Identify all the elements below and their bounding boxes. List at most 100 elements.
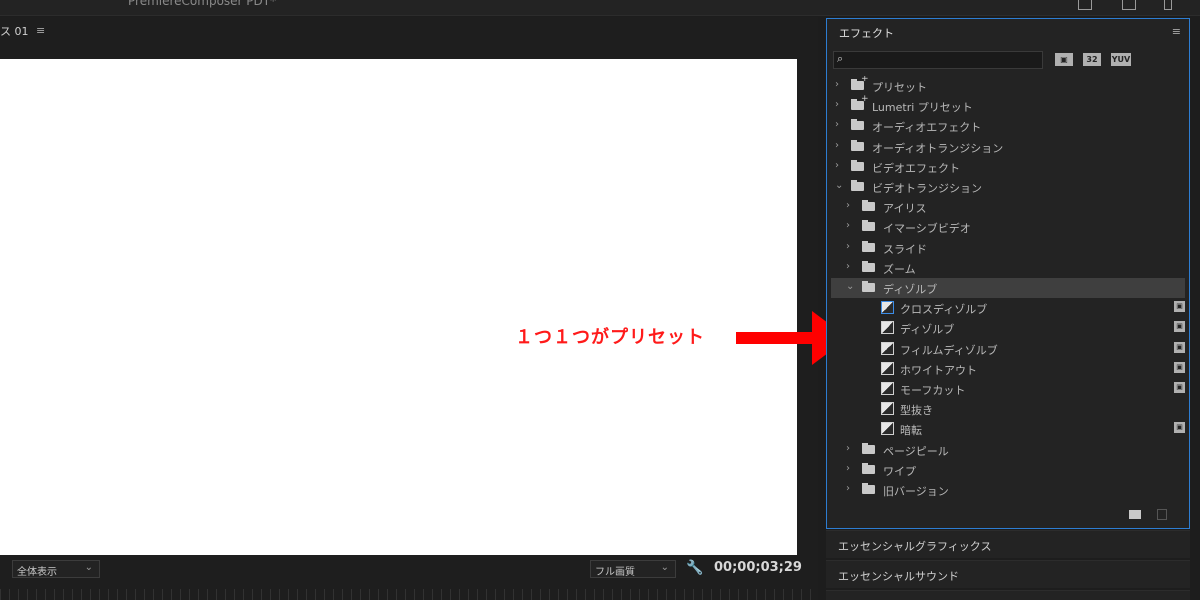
preset-folder-icon: [851, 76, 869, 90]
tree-folder[interactable]: › ページピール: [831, 440, 1185, 460]
window-icon[interactable]: [1122, 0, 1136, 10]
trash-icon[interactable]: [1157, 509, 1167, 520]
accelerated-icon: ▣: [1174, 422, 1185, 434]
tree-item-label: ディゾルブ: [883, 283, 938, 296]
chevron-down-icon[interactable]: ⌄: [846, 281, 854, 292]
tree-folder[interactable]: › オーディオトランジション: [831, 137, 1185, 157]
yuv-effects-button[interactable]: YUV: [1111, 53, 1131, 66]
chevron-right-icon[interactable]: ›: [835, 99, 839, 110]
fullscreen-icon[interactable]: [1164, 0, 1172, 10]
folder-icon: [862, 462, 875, 474]
accelerated-icon: ▣: [1174, 382, 1185, 393]
tree-folder[interactable]: › ビデオエフェクト: [831, 157, 1185, 177]
tree-item-label: イマーシブビデオ: [883, 222, 971, 236]
chevron-right-icon[interactable]: ›: [835, 140, 839, 151]
chevron-right-icon[interactable]: ›: [835, 160, 839, 171]
tree-item-label: フィルムディゾルブ: [900, 343, 998, 357]
tree-item-label: ズーム: [883, 262, 916, 276]
tree-item-label: ホワイトアウト: [900, 363, 977, 377]
transition-icon: [881, 301, 894, 315]
chevron-right-icon[interactable]: ›: [846, 200, 850, 211]
timecode[interactable]: 00;00;03;29: [714, 560, 802, 575]
tree-item-label: Lumetri プリセット: [872, 101, 973, 115]
chevron-right-icon[interactable]: ›: [846, 220, 850, 231]
chevron-right-icon[interactable]: ›: [835, 119, 839, 130]
tree-folder[interactable]: › アイリス: [831, 197, 1185, 217]
zoom-fit-value: 全体表示: [17, 567, 57, 578]
annotation-text: １つ１つがプリセット: [515, 327, 705, 348]
panel-title: エッセンシャルグラフィックス: [838, 540, 992, 553]
32bit-effects-button[interactable]: 32: [1083, 53, 1101, 66]
effect-item[interactable]: クロスディゾルブ ▣: [831, 298, 1185, 318]
new-folder-icon[interactable]: [1129, 510, 1141, 519]
folder-icon: [862, 442, 875, 454]
transition-icon: [881, 382, 894, 395]
tree-folder[interactable]: › オーディオエフェクト: [831, 116, 1185, 136]
tree-item-label: モーフカット: [900, 384, 966, 397]
tree-folder[interactable]: › ワイプ: [831, 460, 1185, 480]
tree-item-label: プリセット: [872, 81, 927, 94]
chevron-right-icon[interactable]: ›: [846, 483, 850, 494]
tree-folder[interactable]: › プリセット: [831, 76, 1185, 96]
chevron-down-icon: ⌄: [660, 562, 669, 573]
tree-folder[interactable]: › 旧バージョン: [831, 480, 1185, 500]
transition-icon: [881, 361, 894, 375]
accelerated-icon: ▣: [1174, 301, 1185, 313]
folder-icon: [862, 240, 875, 252]
tree-item-label: ビデオエフェクト: [872, 161, 960, 175]
folder-icon: [851, 180, 864, 191]
chevron-right-icon[interactable]: ›: [846, 241, 850, 252]
panel-menu-icon[interactable]: ≡: [36, 24, 45, 37]
tree-item-label: 旧バージョン: [883, 485, 949, 498]
essential-sound-panel[interactable]: エッセンシャルサウンド: [826, 560, 1190, 588]
video-viewer[interactable]: [0, 59, 797, 555]
panel-menu-icon[interactable]: ≡: [1172, 25, 1181, 38]
preset-folder-icon: [851, 94, 869, 111]
quality-value: フル画質: [595, 567, 635, 578]
effect-item[interactable]: 暗転 ▣: [831, 419, 1185, 439]
effect-item[interactable]: ディゾルブ ▣: [831, 318, 1185, 338]
tree-item-label: アイリス: [883, 202, 927, 216]
effects-search-input[interactable]: ⌕: [833, 51, 1043, 69]
effects-panel: エフェクト ≡ ⌕ ▣ 32 YUV ›プリセット›Lumetri プリセット›…: [826, 18, 1190, 529]
folder-icon: [851, 159, 864, 171]
effect-item[interactable]: ホワイトアウト ▣: [831, 359, 1185, 379]
tree-item-label: 暗転: [900, 424, 922, 438]
transition-icon: [881, 402, 894, 416]
essential-graphics-panel[interactable]: エッセンシャルグラフィックス: [826, 530, 1190, 558]
tree-item-label: クロスディゾルブ: [900, 303, 988, 317]
next-panel-strip: [826, 590, 1190, 600]
tree-folder[interactable]: › Lumetri プリセット: [831, 94, 1185, 116]
chevron-right-icon[interactable]: ›: [835, 79, 839, 90]
folder-icon: [862, 220, 875, 232]
tree-item-label: ページピール: [883, 444, 949, 458]
workspace-icon[interactable]: [1078, 0, 1092, 10]
zoom-fit-dropdown[interactable]: 全体表示 ⌄: [12, 560, 100, 578]
folder-icon: [851, 119, 864, 131]
effect-item[interactable]: 型抜き: [831, 399, 1185, 419]
wrench-icon[interactable]: 🔧: [686, 560, 703, 576]
tree-folder[interactable]: › ズーム: [831, 258, 1185, 278]
tree-folder[interactable]: ⌄ ディゾルブ: [831, 278, 1185, 298]
monitor-tab-label[interactable]: ス 01: [0, 23, 29, 39]
search-icon: ⌕: [837, 52, 844, 65]
chevron-down-icon[interactable]: ⌄: [835, 180, 843, 191]
effect-item[interactable]: モーフカット ▣: [831, 379, 1185, 399]
playback-quality-dropdown[interactable]: フル画質 ⌄: [590, 560, 676, 578]
tree-item-label: オーディオエフェクト: [872, 121, 982, 135]
folder-icon: [862, 281, 875, 292]
accelerated-effects-icon[interactable]: ▣: [1055, 53, 1073, 66]
tree-folder[interactable]: › イマーシブビデオ: [831, 217, 1185, 237]
chevron-down-icon: ⌄: [84, 562, 93, 573]
chevron-right-icon[interactable]: ›: [846, 443, 850, 454]
transition-icon: [881, 422, 894, 436]
panel-title[interactable]: エフェクト: [839, 25, 894, 41]
folder-icon: [862, 483, 875, 494]
chevron-right-icon[interactable]: ›: [846, 463, 850, 474]
chevron-right-icon[interactable]: ›: [846, 261, 850, 272]
time-ruler[interactable]: [0, 589, 818, 600]
tree-folder[interactable]: › スライド: [831, 238, 1185, 258]
effect-item[interactable]: フィルムディゾルブ ▣: [831, 339, 1185, 359]
tree-folder[interactable]: ⌄ ビデオトランジション: [831, 177, 1185, 197]
tree-item-label: 型抜き: [900, 404, 933, 418]
